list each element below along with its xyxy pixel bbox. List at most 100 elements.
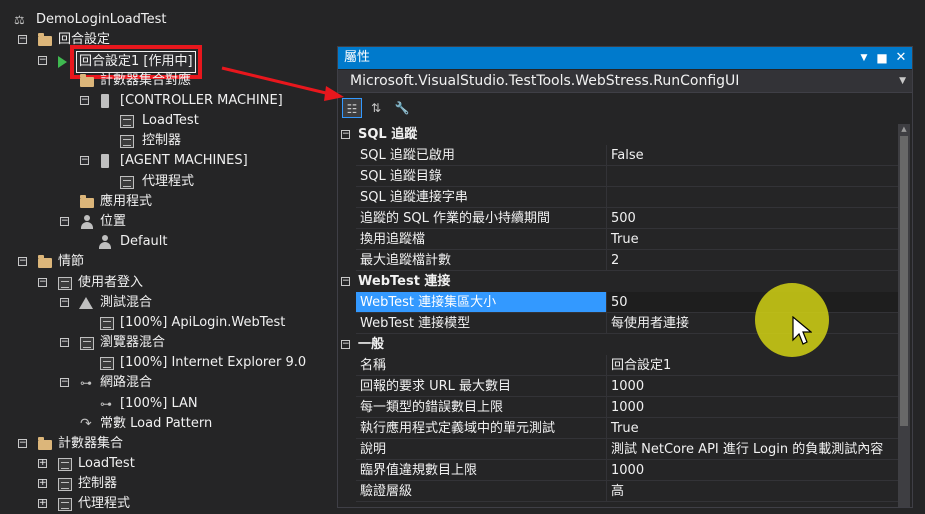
property-value[interactable]: 500 <box>606 208 901 229</box>
tree-item-label: 網路混合 <box>100 375 153 390</box>
property-row[interactable]: 每一類型的錯誤數目上限 1000 <box>338 397 901 418</box>
category-label: SQL 追蹤 <box>358 127 418 142</box>
property-row[interactable]: 說明 測試 NetCore API 進行 Login 的負載測試內容 <box>338 439 901 460</box>
property-value-input[interactable]: 50 <box>606 292 901 313</box>
property-value[interactable]: 測試 NetCore API 進行 Login 的負載測試內容 <box>606 439 901 460</box>
property-name: 最大追蹤檔計數 <box>356 250 610 271</box>
collapse-icon[interactable]: − <box>60 298 69 307</box>
webtest-icon <box>100 317 114 330</box>
property-name: 追蹤的 SQL 作業的最小持續期間 <box>356 208 610 229</box>
property-row[interactable]: 回報的要求 URL 最大數目 1000 <box>338 376 901 397</box>
collapse-icon[interactable]: − <box>80 156 89 165</box>
property-name: WebTest 連接集區大小 <box>356 292 610 313</box>
tree-item-label: 情節 <box>58 254 85 269</box>
property-value[interactable]: 1000 <box>606 397 901 418</box>
property-row[interactable]: SQL 追蹤已啟用 False <box>338 145 901 166</box>
browser-icon <box>100 357 114 370</box>
property-row[interactable]: 驗證層級 高 <box>338 481 901 502</box>
counter-icon <box>58 498 72 511</box>
mouse-cursor-icon <box>792 316 812 345</box>
property-value[interactable]: False <box>606 145 901 166</box>
counter-icon <box>120 115 134 128</box>
collapse-icon[interactable]: − <box>341 340 350 349</box>
close-icon[interactable]: ✕ <box>893 47 909 69</box>
tree-root-label: DemoLoginLoadTest <box>36 12 167 27</box>
property-value[interactable]: 1000 <box>606 376 901 397</box>
server-icon <box>101 94 109 108</box>
property-value[interactable]: 高 <box>606 481 901 502</box>
alphabetical-icon[interactable]: ⇅ <box>366 98 386 118</box>
property-value[interactable] <box>606 166 901 187</box>
property-row[interactable]: 臨界值違規數目上限 1000 <box>338 460 901 481</box>
collapse-icon[interactable]: − <box>341 130 350 139</box>
category-label: 一般 <box>358 337 385 352</box>
tree-item-label: 回合設定 <box>58 32 111 47</box>
chevron-down-icon[interactable]: ▼ <box>899 70 906 92</box>
collapse-icon[interactable]: − <box>60 338 69 347</box>
collapse-icon[interactable]: − <box>38 278 47 287</box>
tree-item-label: 瀏覽器混合 <box>100 335 166 350</box>
categorized-icon[interactable]: ☷ <box>342 98 362 118</box>
tree-item-label: 代理程式 <box>142 174 195 189</box>
collapse-icon[interactable]: − <box>60 217 69 226</box>
property-row[interactable]: 最大追蹤檔計數 2 <box>338 250 901 271</box>
property-row[interactable]: 換用追蹤檔 True <box>338 229 901 250</box>
location-icon <box>98 235 112 249</box>
expand-icon[interactable]: + <box>38 459 47 468</box>
category-webtest-connection[interactable]: − WebTest 連接 <box>338 271 898 292</box>
tree-item-label: LoadTest <box>142 113 199 128</box>
properties-title-bar[interactable]: 屬性 ▼ ■ ✕ <box>338 47 912 69</box>
properties-title: 屬性 <box>344 50 371 65</box>
tree-item-label: 代理程式 <box>78 496 131 511</box>
tree-item-label: 控制器 <box>78 476 118 491</box>
property-value[interactable]: True <box>606 229 901 250</box>
property-row[interactable]: 執行應用程式定義域中的單元測試 True <box>338 418 901 439</box>
collapse-icon[interactable]: − <box>341 277 350 286</box>
property-name: 臨界值違規數目上限 <box>356 460 610 481</box>
property-row[interactable]: SQL 追蹤連接字串 <box>338 187 901 208</box>
property-row[interactable]: 名稱 回合設定1 <box>338 355 901 376</box>
tree-item-label-selected: 回合設定1 [作用中] <box>70 45 202 79</box>
collapse-icon[interactable]: − <box>60 378 69 387</box>
folder-icon <box>38 33 52 46</box>
property-name: 驗證層級 <box>356 481 610 502</box>
expand-icon[interactable]: + <box>38 499 47 508</box>
property-value[interactable] <box>606 187 901 208</box>
tree-item-label: [100%] ApiLogin.WebTest <box>120 315 286 330</box>
property-name: SQL 追蹤已啟用 <box>356 145 610 166</box>
property-name: 換用追蹤檔 <box>356 229 610 250</box>
tree-item-label: [CONTROLLER MACHINE] <box>120 93 283 108</box>
expand-icon[interactable]: + <box>38 479 47 488</box>
collapse-icon[interactable]: − <box>38 56 47 65</box>
object-selector-value: Microsoft.VisualStudio.TestTools.WebStre… <box>350 73 740 89</box>
property-value[interactable]: True <box>606 418 901 439</box>
property-row[interactable]: 追蹤的 SQL 作業的最小持續期間 500 <box>338 208 901 229</box>
collapse-icon[interactable]: − <box>80 96 89 105</box>
category-sql-trace[interactable]: − SQL 追蹤 <box>338 124 898 145</box>
property-value[interactable]: 2 <box>606 250 901 271</box>
property-row[interactable]: SQL 追蹤目錄 <box>338 166 901 187</box>
counter-icon <box>120 135 134 148</box>
collapse-icon[interactable]: − <box>18 439 27 448</box>
property-name: 說明 <box>356 439 610 460</box>
tree-item-label: Default <box>120 234 168 249</box>
maximize-icon[interactable]: ■ <box>874 47 890 69</box>
tree-item-label: 計數器集合對應 <box>100 73 192 88</box>
tree-item-label: [100%] LAN <box>120 396 198 411</box>
property-value[interactable]: 回合設定1 <box>606 355 901 376</box>
wrench-icon[interactable]: 🔧 <box>392 98 412 118</box>
scroll-up-icon[interactable]: ▲ <box>898 124 910 134</box>
vertical-scrollbar[interactable]: ▲ <box>898 124 910 507</box>
property-name: SQL 追蹤目錄 <box>356 166 610 187</box>
folder-icon <box>80 74 94 87</box>
property-value[interactable]: 1000 <box>606 460 901 481</box>
scrollbar-thumb[interactable] <box>900 136 908 426</box>
object-selector[interactable]: Microsoft.VisualStudio.TestTools.WebStre… <box>338 70 912 93</box>
tree-item-label: 應用程式 <box>100 194 153 209</box>
property-value[interactable]: 每使用者連接 <box>606 313 901 334</box>
dropdown-icon[interactable]: ▼ <box>856 47 872 69</box>
collapse-icon[interactable]: − <box>18 35 27 44</box>
collapse-icon[interactable]: − <box>18 257 27 266</box>
property-name: 每一類型的錯誤數目上限 <box>356 397 610 418</box>
network-icon: ⊶ <box>100 397 112 411</box>
